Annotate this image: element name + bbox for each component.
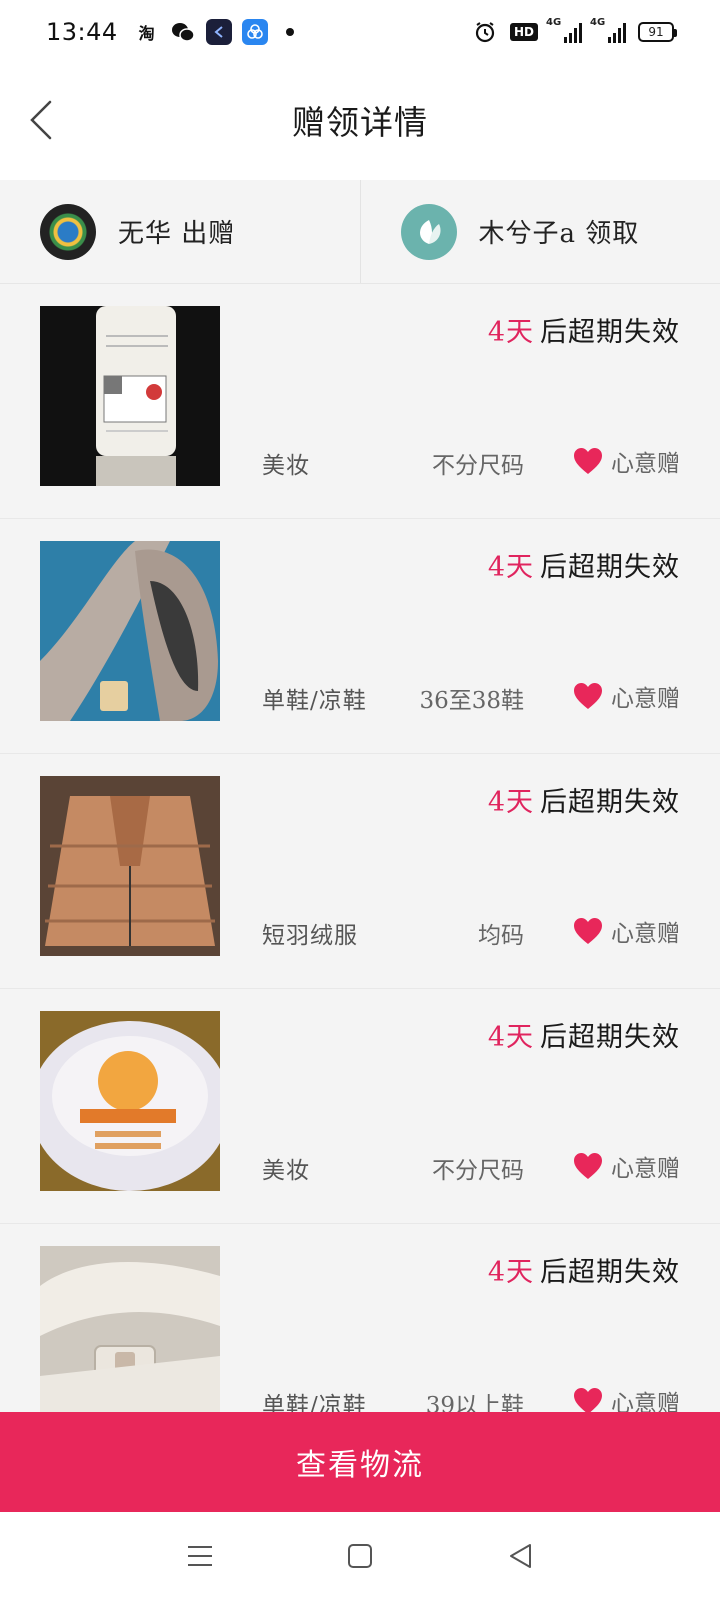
notification-dot (285, 28, 294, 36)
receiver-section[interactable]: 木兮子a 领取 (359, 180, 720, 283)
gift-label: 心意赠 (611, 451, 680, 477)
app-dark-icon (205, 19, 232, 45)
expiry-days: 4天 (487, 787, 534, 818)
back-button[interactable] (12, 88, 68, 152)
gift-tag: 心意赠 (573, 444, 680, 478)
screen: 13:44 淘 HD 4G 4G 91 赠领详情 无华 出赠 木兮子a 领取 4… (0, 0, 720, 1600)
signal-4g-icon-2: 4G (590, 17, 626, 43)
item-size: 不分尺码 (432, 453, 524, 479)
receiver-label: 木兮子a 领取 (478, 219, 640, 249)
gift-label: 心意赠 (611, 686, 680, 712)
view-logistics-label: 查看物流 (296, 1448, 424, 1483)
gift-tag: 心意赠 (573, 1384, 680, 1412)
page-header: 赠领详情 (0, 64, 720, 176)
gift-label: 心意赠 (611, 1156, 680, 1182)
gift-tag: 心意赠 (573, 679, 680, 713)
expiry-suffix: 后超期失效 (540, 552, 680, 583)
item-thumbnail (40, 776, 220, 956)
heart-icon (574, 1388, 602, 1412)
item-category: 美妆 (262, 1158, 310, 1184)
expiry-days: 4天 (487, 1257, 534, 1288)
giver-section[interactable]: 无华 出赠 (0, 180, 360, 283)
list-item[interactable]: 4天 后超期失效 单鞋/凉鞋 36至38鞋 心意赠 (0, 519, 720, 754)
system-nav-bar (0, 1512, 720, 1600)
nav-back-button[interactable] (490, 1526, 550, 1586)
item-thumbnail (40, 541, 220, 721)
nav-home-button[interactable] (330, 1526, 390, 1586)
view-logistics-button[interactable]: 查看物流 (0, 1412, 720, 1512)
battery-icon: 91 (638, 22, 677, 42)
item-size: 39以上鞋 (425, 1393, 524, 1412)
gift-tag: 心意赠 (573, 914, 680, 948)
giver-label: 无华 出赠 (118, 219, 236, 249)
expiry-notice: 4天 后超期失效 (488, 545, 680, 584)
back-triangle-icon (510, 1544, 531, 1568)
alarm-icon (472, 19, 498, 45)
heart-icon (574, 1153, 602, 1179)
item-thumbnail (40, 306, 220, 486)
page-title: 赠领详情 (292, 103, 428, 142)
expiry-suffix: 后超期失效 (540, 1022, 680, 1053)
item-category: 美妆 (262, 453, 310, 479)
status-left-icons: 淘 (134, 19, 294, 45)
status-right-icons: HD 4G 4G 91 (472, 17, 677, 45)
status-bar: 13:44 淘 HD 4G 4G 91 (0, 0, 720, 64)
expiry-days: 4天 (487, 552, 534, 583)
taobao-icon: 淘 (138, 24, 155, 43)
hd-voice-icon: HD (509, 23, 538, 41)
nav-menu-button[interactable] (170, 1526, 230, 1586)
item-category: 短羽绒服 (262, 923, 358, 949)
item-category: 单鞋/凉鞋 (262, 688, 367, 714)
item-size: 36至38鞋 (419, 688, 524, 714)
item-thumbnail (40, 1246, 220, 1412)
menu-icon (188, 1546, 212, 1566)
home-square-icon (348, 1544, 372, 1568)
status-time: 13:44 (46, 18, 118, 46)
gift-tag: 心意赠 (573, 1149, 680, 1183)
wechat-icon (170, 19, 196, 45)
battery-level: 91 (648, 25, 664, 39)
heart-icon (574, 683, 602, 709)
chevron-left-icon (30, 100, 52, 140)
net-label-2: 4G (590, 17, 606, 28)
list-item[interactable]: 4天 后超期失效 短羽绒服 均码 心意赠 (0, 754, 720, 989)
gift-label: 心意赠 (611, 1391, 680, 1412)
expiry-notice: 4天 后超期失效 (488, 1250, 680, 1289)
giver-avatar (40, 203, 96, 260)
list-item[interactable]: 4天 后超期失效 美妆 不分尺码 心意赠 (0, 989, 720, 1224)
expiry-suffix: 后超期失效 (540, 317, 680, 348)
expiry-notice: 4天 后超期失效 (488, 310, 680, 349)
expiry-days: 4天 (487, 317, 534, 348)
leaf-icon (419, 219, 441, 244)
item-category: 单鞋/凉鞋 (262, 1393, 367, 1412)
item-size: 均码 (478, 923, 524, 949)
expiry-notice: 4天 后超期失效 (488, 780, 680, 819)
expiry-notice: 4天 后超期失效 (488, 1015, 680, 1054)
item-thumbnail (40, 1011, 220, 1191)
net-label-1: 4G (546, 17, 562, 28)
gift-item-list[interactable]: 4天 后超期失效 美妆 不分尺码 心意赠 4天 后超期失效 单鞋/凉鞋 36至3… (0, 284, 720, 1412)
list-item[interactable]: 4天 后超期失效 美妆 不分尺码 心意赠 (0, 284, 720, 519)
list-item[interactable]: 4天 后超期失效 单鞋/凉鞋 39以上鞋 心意赠 (0, 1224, 720, 1412)
gift-label: 心意赠 (611, 921, 680, 947)
expiry-suffix: 后超期失效 (540, 1257, 680, 1288)
heart-icon (574, 448, 602, 474)
parties-bar: 无华 出赠 木兮子a 领取 (0, 180, 720, 284)
expiry-days: 4天 (487, 1022, 534, 1053)
item-size: 不分尺码 (432, 1158, 524, 1184)
receiver-avatar (400, 203, 457, 260)
app-blue-icon (241, 19, 268, 45)
expiry-suffix: 后超期失效 (540, 787, 680, 818)
signal-4g-icon: 4G (546, 17, 582, 43)
heart-icon (574, 918, 602, 944)
